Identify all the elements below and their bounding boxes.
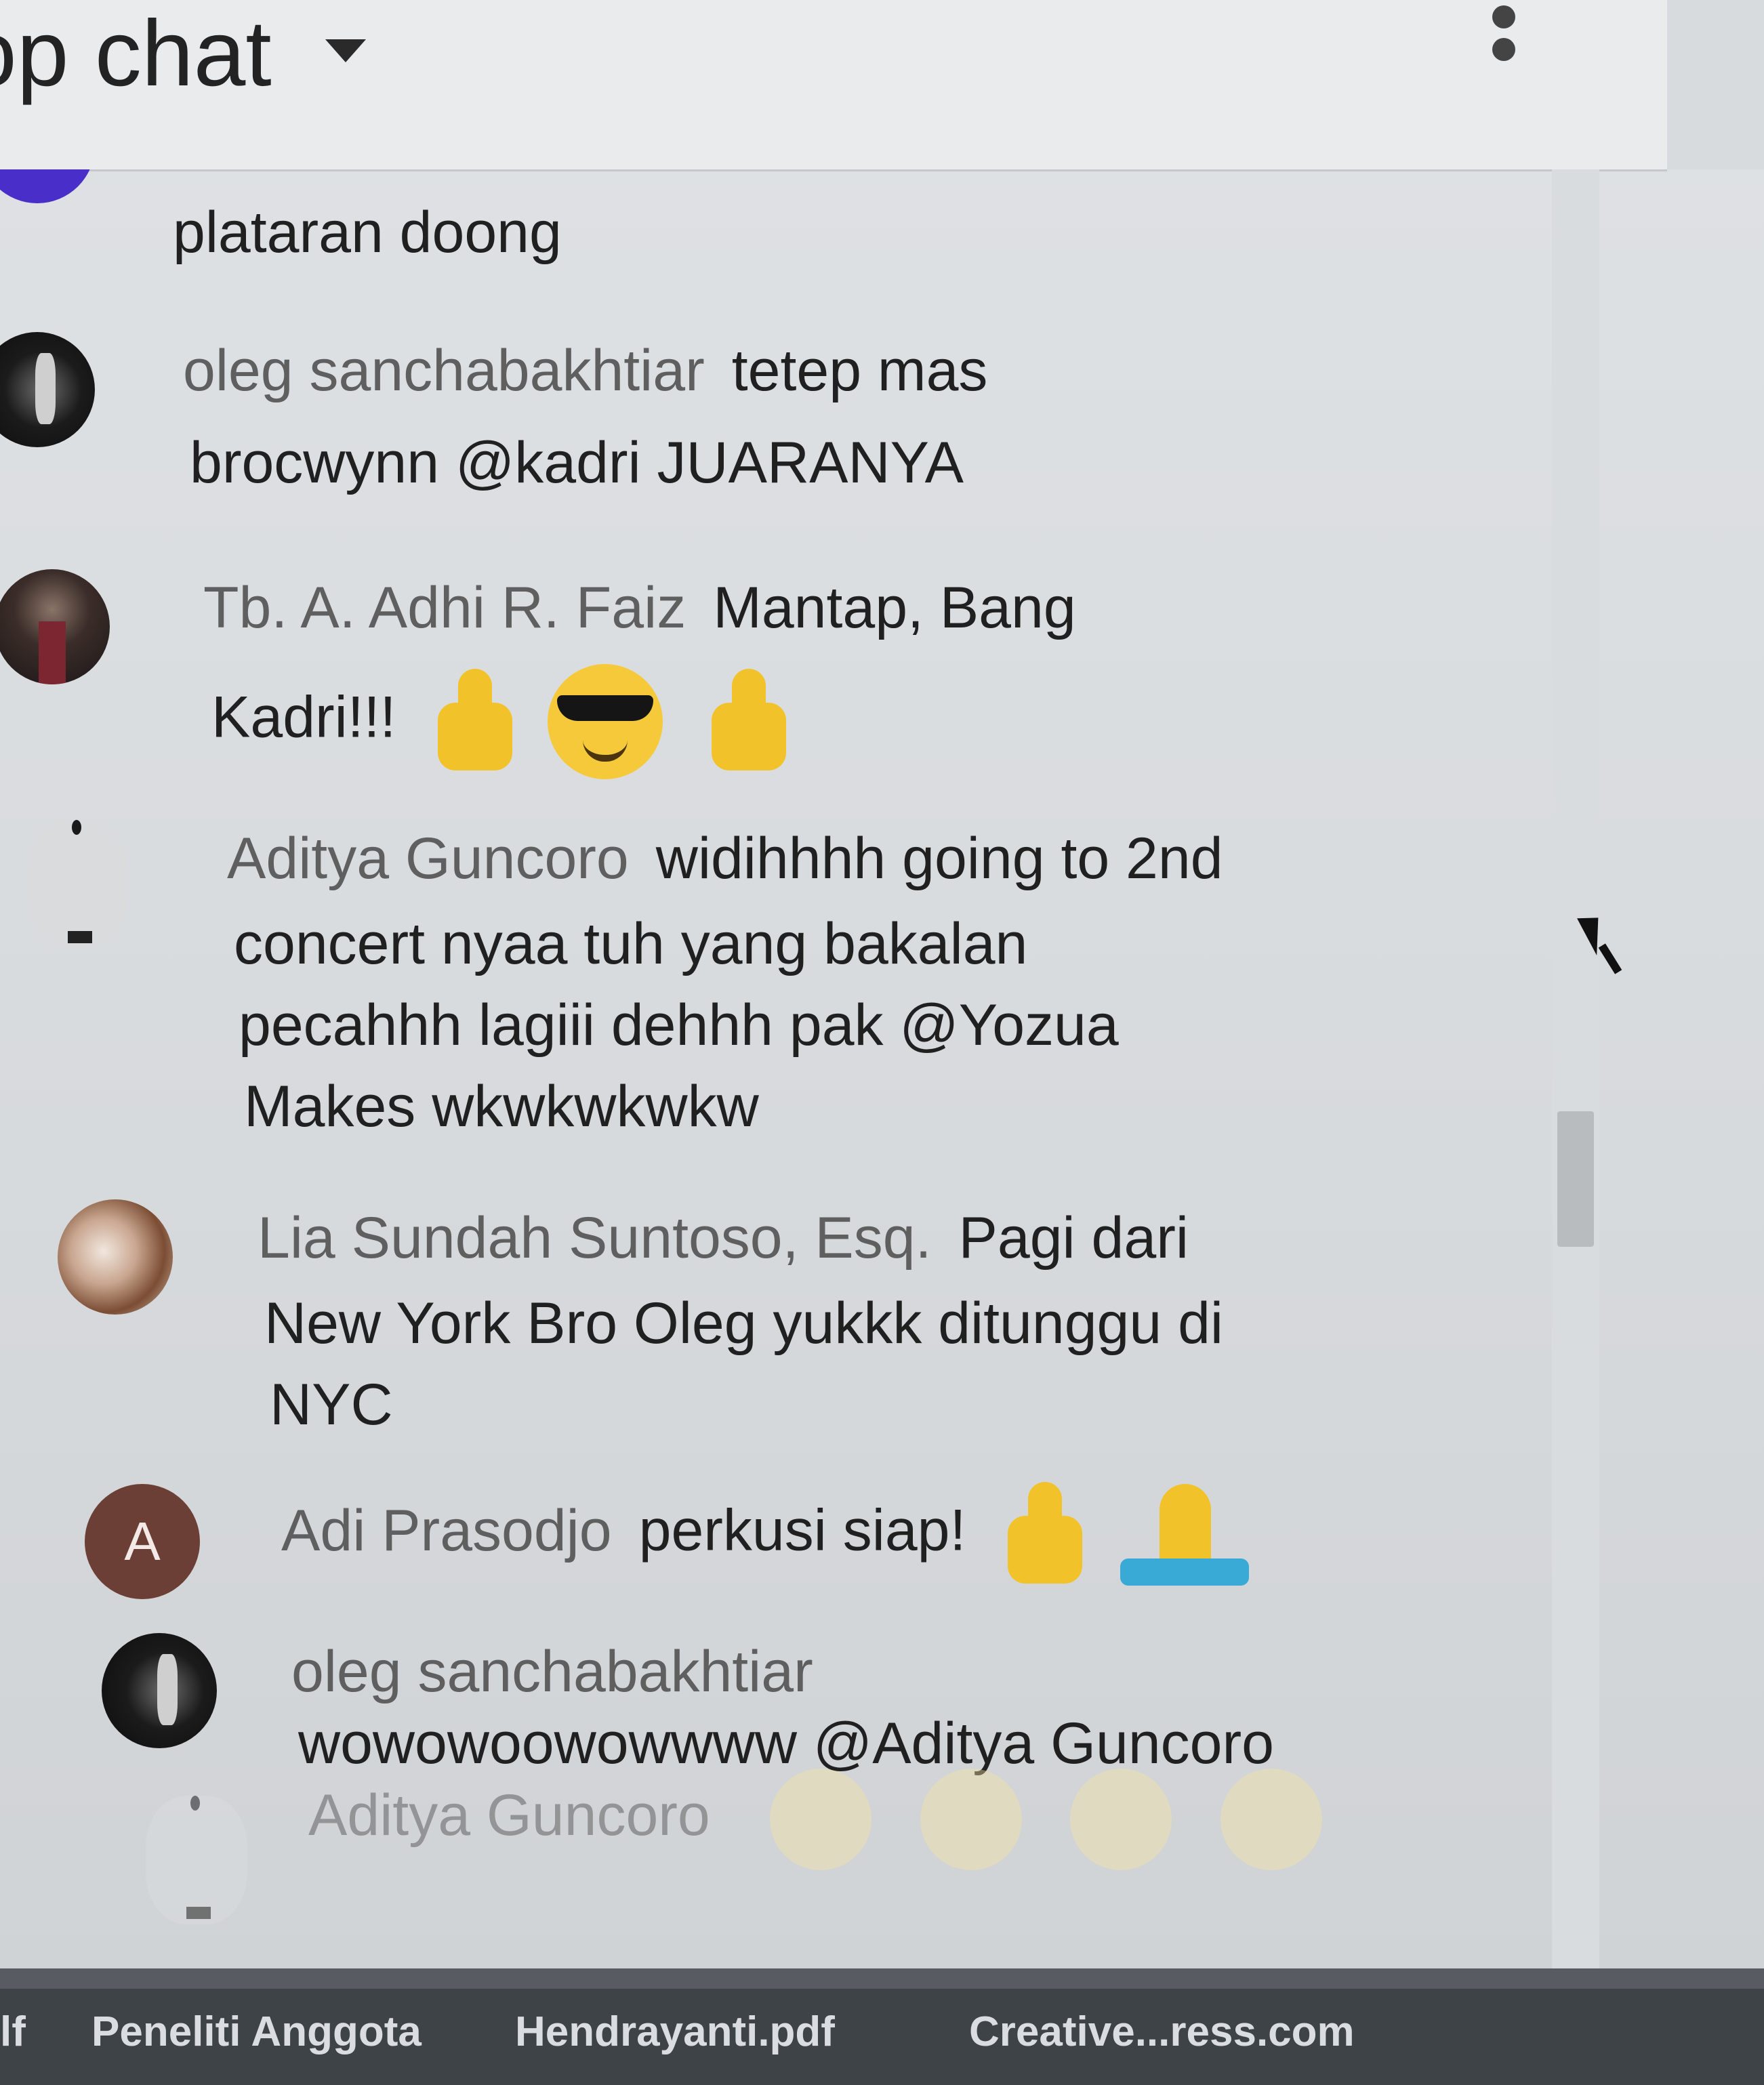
message-text: perkusi siap! (638, 1498, 966, 1563)
chat-title[interactable]: op chat (0, 7, 272, 100)
message-text: Makes wkwkwkwkw (244, 1074, 759, 1139)
taskbar-item[interactable]: lf (0, 2008, 26, 2056)
author-name[interactable]: Aditya Guncoro (308, 1783, 710, 1848)
avatar[interactable] (0, 569, 110, 684)
author-name[interactable]: oleg sanchabakhtiar (183, 338, 705, 403)
message-text: wowowoowowwww @Aditya Guncoro (298, 1711, 1274, 1776)
clapping-hands-emoji (769, 1769, 871, 1870)
avatar[interactable] (58, 1199, 173, 1315)
taskbar-item[interactable]: Creative...ress.com (969, 2008, 1355, 2056)
author-name[interactable]: oleg sanchabakhtiar (291, 1639, 813, 1704)
avatar[interactable] (0, 332, 95, 447)
thumbs-up-emoji (691, 667, 793, 776)
taskbar-shadow (0, 1968, 1764, 1989)
message-text: brocwynn @kadri JUARANYA (190, 430, 964, 495)
avatar[interactable]: A (85, 1484, 200, 1599)
avatar[interactable] (27, 820, 129, 949)
message-text: Pagi dari (958, 1205, 1189, 1271)
taskbar: lf Peneliti Anggota Hendrayanti.pdf Crea… (0, 1989, 1764, 2085)
chat-header: op chat (0, 0, 1667, 171)
caret-down-icon[interactable] (325, 39, 366, 62)
chat-message-list[interactable]: plataran doong oleg sanchabakhtiar tetep … (0, 169, 1559, 1972)
message-text: tetep mas (731, 338, 988, 403)
clapping-hands-emoji (920, 1769, 1022, 1870)
message-text: widihhhh going to 2nd (655, 826, 1223, 891)
thumbs-up-emoji (987, 1481, 1089, 1589)
folded-hands-emoji (1120, 1477, 1250, 1592)
avatar[interactable] (146, 1796, 247, 1924)
avatar[interactable] (0, 169, 95, 203)
taskbar-item[interactable]: Hendrayanti.pdf (515, 2008, 835, 2056)
chat-scrollbar[interactable] (1552, 169, 1599, 1972)
taskbar-item[interactable]: Peneliti Anggota (91, 2008, 422, 2056)
message-text: New York Bro Oleg yukkk ditunggu di (264, 1291, 1224, 1356)
message-text: plataran doong (173, 200, 562, 265)
message-text: concert nyaa tuh yang bakalan (234, 911, 1028, 976)
avatar[interactable] (102, 1633, 217, 1748)
more-vertical-icon[interactable] (1477, 0, 1532, 75)
author-name[interactable]: Adi Prasodjo (281, 1498, 612, 1563)
message-text: NYC (270, 1372, 393, 1437)
author-name[interactable]: Lia Sundah Suntoso, Esq. (258, 1205, 932, 1271)
message-text: pecahhh lagiii dehhh pak @Yozua (239, 993, 1119, 1058)
message-text: Kadri!!! (211, 684, 396, 750)
scrollbar-thumb[interactable] (1557, 1111, 1594, 1247)
sunglasses-emoji (548, 664, 663, 779)
screen: op chat plataran doong oleg sanchabakhti… (0, 0, 1764, 2085)
clapping-hands-emoji (1221, 1769, 1323, 1870)
author-name[interactable]: Tb. A. Adhi R. Faiz (203, 575, 686, 640)
message-text: Mantap, Bang (713, 575, 1076, 640)
thumbs-up-emoji (417, 667, 519, 776)
header-edge (1667, 0, 1764, 169)
author-name[interactable]: Aditya Guncoro (227, 826, 629, 891)
clapping-hands-emoji (1070, 1769, 1172, 1870)
